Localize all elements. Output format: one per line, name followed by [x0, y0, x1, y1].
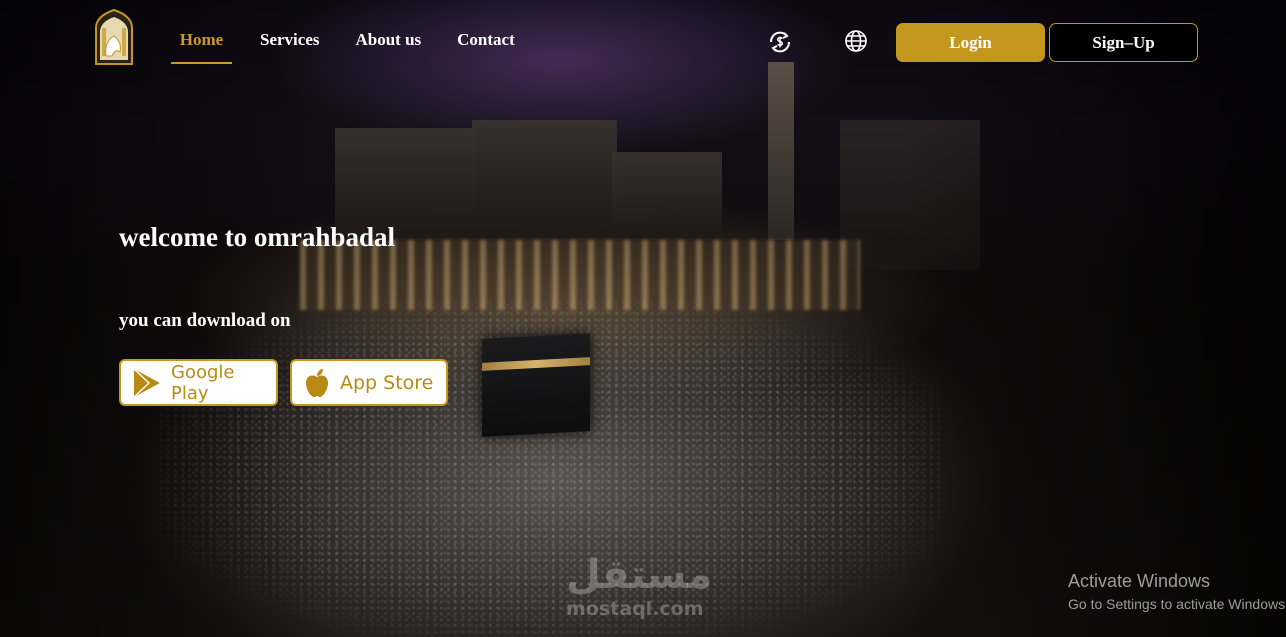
nav-home[interactable]: Home [171, 30, 232, 64]
nav-about-us[interactable]: About us [355, 30, 421, 64]
globe-icon[interactable] [844, 29, 870, 55]
activate-windows-subtitle: Go to Settings to activate Windows. [1068, 596, 1286, 612]
main-nav: Home Services About us Contact [171, 30, 551, 64]
apple-icon [304, 368, 330, 398]
nav-contact[interactable]: Contact [457, 30, 515, 64]
google-play-label: Google Play [171, 361, 235, 404]
activate-windows-title: Activate Windows [1068, 571, 1211, 591]
login-button[interactable]: Login [896, 23, 1045, 62]
google-play-icon [132, 367, 162, 399]
app-store-label: App Store [340, 371, 434, 394]
signup-button[interactable]: Sign–Up [1049, 23, 1198, 62]
mostaql-watermark-latin: mostaql.com [566, 598, 704, 620]
hero-title: welcome to omrahbadal [119, 222, 395, 252]
app-store-button[interactable]: App Store [290, 359, 448, 406]
google-play-button[interactable]: Google Play [119, 359, 278, 406]
mostaql-watermark-arabic: مستقل [566, 552, 713, 598]
currency-exchange-icon[interactable] [767, 29, 793, 55]
site-logo[interactable] [92, 8, 136, 66]
nav-services[interactable]: Services [260, 30, 319, 64]
download-label: you can download on [119, 310, 291, 331]
